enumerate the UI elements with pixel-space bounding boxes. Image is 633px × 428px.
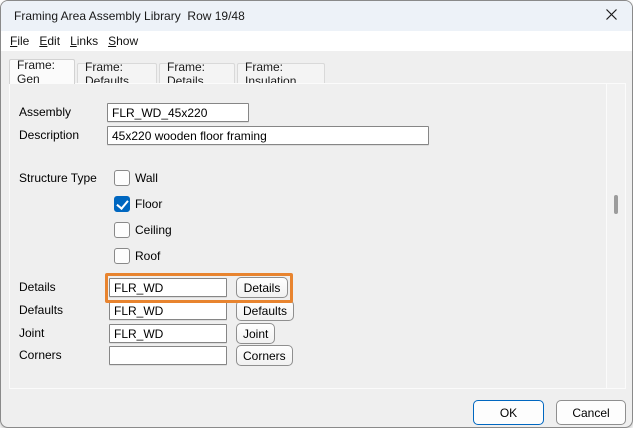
description-input[interactable] [107, 126, 429, 145]
ceiling-checkbox[interactable] [114, 222, 130, 238]
joint-input[interactable] [109, 324, 227, 343]
frame-gen-panel: Assembly Description Structure Type Wall… [9, 83, 626, 389]
structure-type-label: Structure Type [19, 169, 97, 188]
close-button[interactable] [595, 1, 627, 31]
window-title: Framing Area Assembly Library Row 19/48 [1, 9, 245, 23]
cancel-button[interactable]: Cancel [556, 400, 626, 425]
assembly-label: Assembly [19, 103, 71, 122]
tab-strip: Frame: Gen Frame: Defaults Frame: Detail… [1, 51, 632, 84]
joint-label: Joint [19, 324, 44, 343]
wall-label: Wall [135, 171, 158, 185]
ceiling-label: Ceiling [135, 223, 172, 237]
checkbox-row-wall[interactable]: Wall [114, 169, 158, 186]
floor-checkbox[interactable] [114, 196, 130, 212]
corners-button[interactable]: Corners [236, 345, 293, 366]
assembly-input[interactable] [107, 103, 249, 122]
roof-checkbox[interactable] [114, 248, 130, 264]
tab-frame-defaults[interactable]: Frame: Defaults [77, 63, 157, 84]
title-bar: Framing Area Assembly Library Row 19/48 [1, 1, 632, 31]
details-input[interactable] [109, 278, 227, 297]
menu-bar: File Edit Links Show [1, 31, 632, 51]
menu-show[interactable]: Show [103, 33, 143, 49]
tab-frame-details[interactable]: Frame: Details [159, 63, 235, 84]
defaults-label: Defaults [19, 301, 63, 320]
checkbox-row-roof[interactable]: Roof [114, 247, 160, 264]
menu-links[interactable]: Links [65, 33, 103, 49]
details-label: Details [19, 278, 56, 297]
tab-frame-insulation[interactable]: Frame: Insulation [237, 63, 325, 84]
floor-label: Floor [135, 197, 162, 211]
menu-edit[interactable]: Edit [34, 33, 65, 49]
details-button[interactable]: Details [236, 277, 288, 298]
joint-button[interactable]: Joint [236, 323, 275, 344]
close-icon [605, 8, 618, 24]
vertical-scrollbar[interactable] [606, 84, 625, 388]
defaults-button[interactable]: Defaults [236, 300, 294, 321]
ok-button[interactable]: OK [473, 400, 544, 425]
tab-frame-gen[interactable]: Frame: Gen [9, 59, 75, 84]
roof-label: Roof [135, 249, 160, 263]
wall-checkbox[interactable] [114, 170, 130, 186]
corners-input[interactable] [109, 346, 227, 365]
dialog-window: Framing Area Assembly Library Row 19/48 … [0, 0, 633, 428]
defaults-input[interactable] [109, 301, 227, 320]
scrollbar-thumb[interactable] [614, 195, 618, 214]
menu-file[interactable]: File [5, 33, 34, 49]
checkbox-row-ceiling[interactable]: Ceiling [114, 221, 172, 238]
description-label: Description [19, 126, 79, 145]
corners-label: Corners [19, 346, 62, 365]
checkbox-row-floor[interactable]: Floor [114, 195, 162, 212]
